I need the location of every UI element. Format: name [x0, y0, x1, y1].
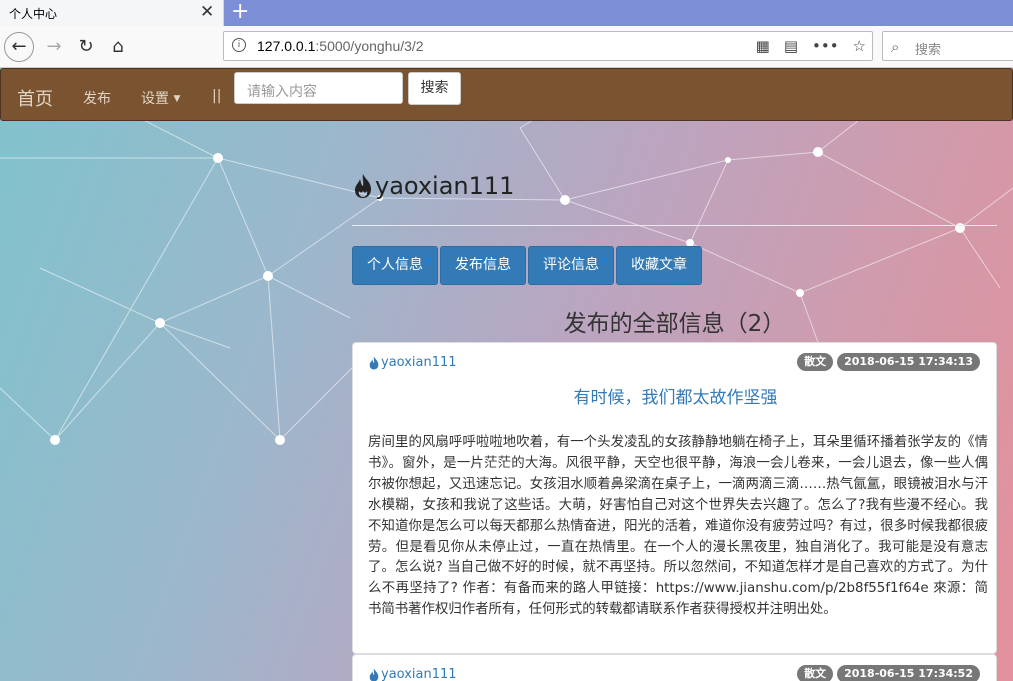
reader-view-icon[interactable]: ▤ — [784, 37, 798, 55]
published-info-button[interactable]: 发布信息 — [440, 246, 526, 285]
profile-username: yaoxian111 — [375, 172, 515, 200]
url-actions: ▦ ▤ ••• ☆ — [756, 37, 866, 55]
nav-search-placeholder: 请输入内容 — [247, 84, 317, 100]
category-badge: 散文 — [797, 353, 834, 371]
qr-code-icon[interactable]: ▦ — [756, 37, 770, 55]
bookmark-star-icon[interactable]: ☆ — [853, 37, 866, 55]
browser-toolbar: ← → ↻ ⌂ i 127.0.0.1:5000/yonghu/3/2 ▦ ▤ … — [0, 26, 1013, 68]
nav-separator: || — [212, 88, 222, 104]
datetime-badge: 2018-06-15 17:34:52 — [837, 665, 980, 681]
fire-icon — [355, 174, 371, 198]
favorite-articles-button[interactable]: 收藏文章 — [616, 246, 702, 285]
post-author[interactable]: yaoxian111 — [368, 355, 457, 370]
info-icon[interactable]: i — [232, 38, 246, 52]
url-bar[interactable]: i 127.0.0.1:5000/yonghu/3/2 ▦ ▤ ••• ☆ — [223, 31, 873, 61]
search-icon: ⌕ — [891, 38, 900, 56]
tab-title: 个人中心 — [9, 7, 58, 21]
post-card: yaoxian111 散文 2018-06-15 17:34:52 — [352, 654, 997, 681]
browser-search-bar[interactable]: ⌕ 搜索 — [882, 31, 1013, 61]
post-card: yaoxian111 散文 2018-06-15 17:34:13 有时候，我们… — [352, 342, 997, 654]
nav-publish-link[interactable]: 发布 — [83, 88, 111, 108]
brand-home-link[interactable]: 首页 — [17, 85, 53, 111]
home-icon[interactable]: ⌂ — [104, 33, 132, 61]
reload-icon[interactable]: ↻ — [72, 33, 100, 61]
back-arrow-icon[interactable]: ← — [4, 32, 34, 62]
nav-settings-label: 设置 — [141, 91, 169, 107]
divider — [352, 225, 997, 226]
more-actions-icon[interactable]: ••• — [812, 37, 839, 55]
post-author-name: yaoxian111 — [381, 667, 457, 681]
close-tab-icon[interactable]: ✕ — [200, 2, 214, 22]
personal-info-button[interactable]: 个人信息 — [352, 246, 438, 285]
url-text: 127.0.0.1:5000/yonghu/3/2 — [257, 38, 424, 54]
nav-settings-dropdown[interactable]: 设置 ▼ — [141, 88, 180, 108]
profile-header: yaoxian111 — [352, 172, 514, 200]
browser-search-placeholder: 搜索 — [915, 43, 942, 58]
post-meta: 散文 2018-06-15 17:34:52 — [797, 665, 980, 681]
post-author[interactable]: yaoxian111 — [368, 667, 457, 681]
section-title: 发布的全部信息（2） — [563, 311, 786, 337]
post-author-name: yaoxian111 — [381, 355, 457, 370]
forward-arrow-icon[interactable]: → — [40, 33, 68, 61]
nav-search-input[interactable]: 请输入内容 — [234, 72, 403, 104]
browser-tab[interactable]: 个人中心 ✕ — [0, 0, 224, 26]
url-host: 127.0.0.1 — [257, 38, 316, 54]
fire-icon — [369, 356, 379, 369]
page-content: 首页 发布 设置 ▼ || 请输入内容 搜索 yaoxian111 个人信息 发… — [0, 68, 1013, 681]
browser-tabstrip: 个人中心 ✕ + — [0, 0, 1013, 26]
new-tab-button[interactable]: + — [231, 0, 249, 24]
post-title-link[interactable]: 有时候，我们都太故作坚强 — [353, 383, 998, 408]
fire-icon — [369, 668, 379, 681]
caret-down-icon: ▼ — [173, 94, 181, 104]
site-navbar: 首页 发布 设置 ▼ || 请输入内容 搜索 — [0, 68, 1013, 121]
post-meta: 散文 2018-06-15 17:34:13 — [797, 353, 980, 371]
category-badge: 散文 — [797, 665, 834, 681]
post-body: 房间里的风扇呼呼啦啦地吹着，有一个头发凌乱的女孩静静地躺在椅子上，耳朵里循环播着… — [368, 435, 988, 618]
nav-search-button[interactable]: 搜索 — [408, 72, 461, 105]
comment-info-button[interactable]: 评论信息 — [528, 246, 614, 285]
url-path: :5000/yonghu/3/2 — [315, 38, 424, 54]
datetime-badge: 2018-06-15 17:34:13 — [837, 353, 980, 371]
